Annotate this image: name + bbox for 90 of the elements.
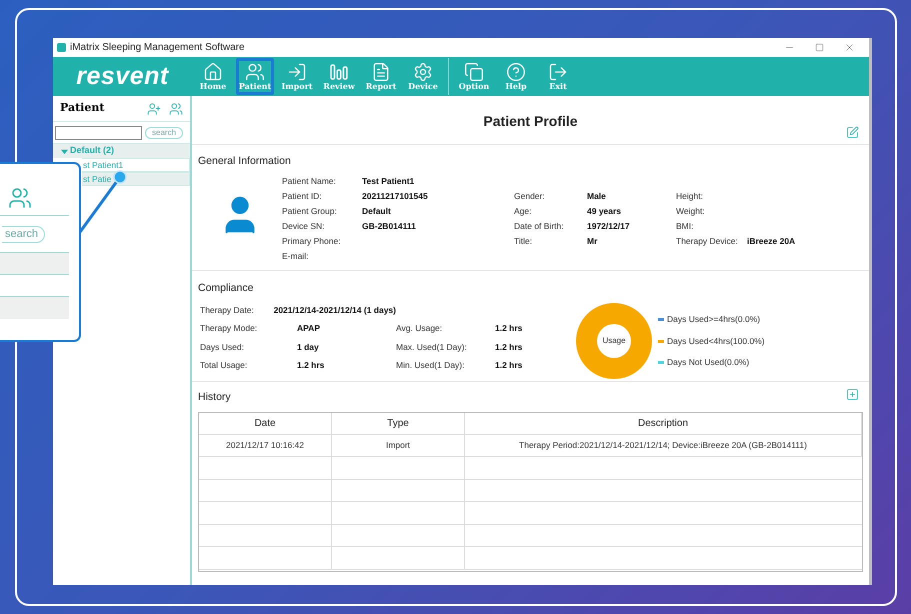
field-label: Therapy Date: xyxy=(199,304,255,316)
document-icon xyxy=(371,62,391,82)
window-title: iMatrix Sleeping Management Software xyxy=(70,41,245,55)
field-value: APAP xyxy=(297,322,320,335)
add-icon[interactable] xyxy=(846,388,859,401)
list-row xyxy=(0,253,69,275)
help-icon xyxy=(506,62,526,82)
legend-swatch xyxy=(658,318,664,321)
chart-center-label: Usage xyxy=(602,336,626,346)
field-value: Default xyxy=(362,204,391,218)
legend-swatch xyxy=(658,340,664,342)
users-icon xyxy=(245,62,265,82)
toolbar-button[interactable]: Option xyxy=(455,58,493,95)
close-button[interactable] xyxy=(844,42,855,53)
column-header[interactable]: Date xyxy=(199,412,332,434)
field-label: Device SN: xyxy=(282,220,326,233)
legend-label: Days Used>=4hrs(0.0%) xyxy=(667,312,760,326)
field-value: 49 years xyxy=(587,204,622,218)
legend-swatch xyxy=(658,361,664,364)
exit-icon xyxy=(548,62,568,82)
column-header[interactable]: Description xyxy=(465,412,862,434)
toolbar-button[interactable]: Report xyxy=(362,58,400,95)
field-label: Primary Phone: xyxy=(282,234,342,248)
field-value: 1.2 hrs xyxy=(495,359,522,372)
settings-icon xyxy=(413,62,433,82)
tree-item[interactable]: st Patient1 xyxy=(82,158,190,172)
add-group-icon xyxy=(8,186,32,210)
section-title: History xyxy=(198,390,231,405)
bar-chart-icon xyxy=(329,62,349,82)
field-value: 1.2 hrs xyxy=(495,322,522,335)
field-label: Therapy Device: xyxy=(676,234,739,248)
copy-icon xyxy=(464,62,484,82)
add-group-icon[interactable] xyxy=(169,102,183,116)
field-label: Patient ID: xyxy=(282,190,323,203)
toolbar-button[interactable]: Device xyxy=(404,58,442,95)
search-button[interactable]: search xyxy=(145,126,184,138)
field-label: BMI: xyxy=(676,220,694,233)
legend-label: Days Used<4hrs(100.0%) xyxy=(667,334,765,348)
field-label: Height: xyxy=(676,190,704,203)
toolbar-button[interactable]: Home xyxy=(194,58,232,95)
field-label: Weight: xyxy=(676,204,706,218)
field-label: Avg. Usage: xyxy=(396,322,444,335)
toolbar-button[interactable]: Import xyxy=(278,58,316,95)
table-cell: Import xyxy=(332,434,465,456)
column-header[interactable]: Type xyxy=(332,412,465,434)
tree-item[interactable]: st Patie xyxy=(82,172,190,186)
field-label: Therapy Mode: xyxy=(199,322,258,335)
section-title: General Information xyxy=(198,154,292,169)
page-title: Patient Profile xyxy=(482,112,579,131)
field-value: Mr xyxy=(587,234,598,248)
caret-icon[interactable] xyxy=(61,148,68,154)
field-label: Days Used: xyxy=(199,340,245,354)
sidebar-title: Patient xyxy=(60,100,104,116)
list-row xyxy=(0,297,69,319)
legend-label: Days Not Used(0.0%) xyxy=(667,356,750,370)
field-label: Total Usage: xyxy=(199,359,248,372)
field-value: 1.2 hrs xyxy=(297,359,324,372)
field-label: Title: xyxy=(514,234,534,248)
field-value: 1 day xyxy=(297,340,319,354)
field-value: Test Patient1 xyxy=(362,174,414,188)
field-label: Date of Birth: xyxy=(514,220,565,233)
maximize-button[interactable] xyxy=(815,43,824,52)
field-value: 1.2 hrs xyxy=(495,340,522,354)
field-label: Age: xyxy=(514,204,532,218)
field-value: 2021/12/14-2021/12/14 (1 days) xyxy=(274,304,396,316)
field-value: 1972/12/17 xyxy=(587,220,630,233)
field-label: Max. Used(1 Day): xyxy=(396,340,468,354)
home-icon xyxy=(203,62,223,82)
table-cell: Therapy Period:2021/12/14-2021/12/14; Device:iBreeze 20A (GB-2B014111) xyxy=(465,434,862,456)
search-field[interactable] xyxy=(55,126,142,140)
field-label: Patient Group: xyxy=(282,204,338,218)
app-icon xyxy=(57,43,66,52)
import-icon xyxy=(287,62,307,82)
field-value: GB-2B014111 xyxy=(362,220,416,233)
section-title: Compliance xyxy=(198,281,254,296)
logo: resvent xyxy=(75,60,170,92)
field-value: Male xyxy=(587,190,606,203)
field-value: 20211217101545 xyxy=(362,190,428,203)
toolbar-button[interactable]: Exit xyxy=(539,58,577,95)
toolbar-button[interactable]: Review xyxy=(320,58,358,95)
add-user-icon[interactable] xyxy=(147,102,161,116)
field-label: Min. Used(1 Day): xyxy=(396,359,466,372)
edit-icon[interactable] xyxy=(846,126,859,139)
toolbar-button[interactable]: Patient xyxy=(236,58,274,95)
field-label: E-mail: xyxy=(282,250,310,263)
field-label: Gender: xyxy=(514,190,546,203)
field-value: iBreeze 20A xyxy=(747,234,796,248)
field-label: Patient Name: xyxy=(282,174,337,188)
toolbar-button[interactable]: Help xyxy=(497,58,535,95)
table-cell: 2021/12/17 10:16:42 xyxy=(199,434,332,456)
